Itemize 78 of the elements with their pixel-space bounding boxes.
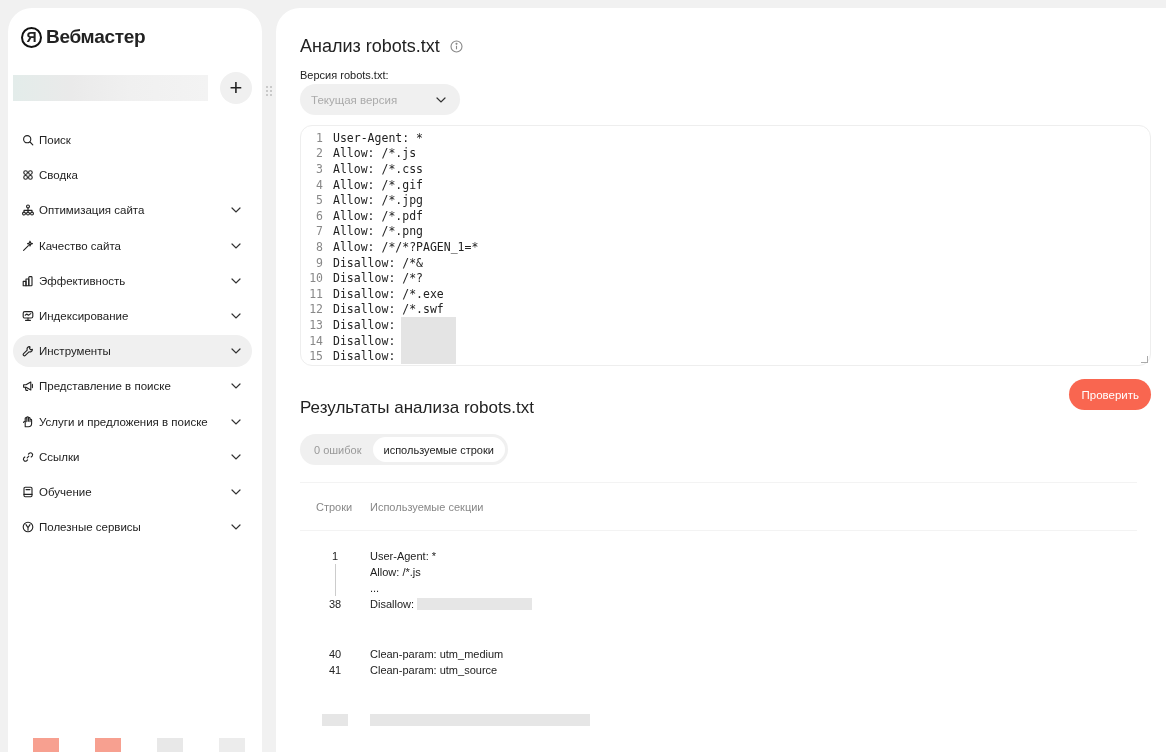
nav-item[interactable]: Эффективность (13, 264, 252, 297)
line-number: 3 (315, 162, 324, 176)
nav-item[interactable]: Качество сайта (13, 229, 252, 262)
table-cell: User-Agent: * (370, 550, 437, 562)
resize-handle-icon[interactable] (1141, 356, 1148, 363)
code-editor[interactable] (300, 125, 1151, 366)
line-number: 12 (308, 302, 324, 317)
search-icon (22, 134, 34, 146)
line-number: 1 (315, 130, 324, 145)
nav-item[interactable]: Сводка (13, 159, 252, 192)
code-line: Allow: /*.gif (333, 177, 423, 192)
nav-item[interactable]: Ссылки (13, 440, 252, 473)
line-number: 1 (331, 550, 339, 562)
line-number: 4 (315, 177, 324, 192)
grid-icon (22, 169, 34, 182)
table-cell: Clean-param: utm_medium (370, 648, 504, 660)
section-title: Результаты анализа robots.txt (300, 398, 535, 418)
hand-icon (22, 415, 34, 428)
nav-item[interactable]: Инструменты (13, 335, 252, 368)
line-number: 14 (308, 333, 324, 348)
tab[interactable]: используемые строки (372, 437, 505, 462)
circle-logo-icon (22, 521, 34, 534)
code-line: Disallow: /*.exe (333, 286, 444, 301)
page-title: Анализ robots.txt (300, 35, 440, 57)
line-number: 10 (308, 271, 324, 286)
table-cell: Allow: /*.js (370, 566, 421, 578)
code-line: Disallow: (333, 349, 396, 364)
column-header: Используемые секции (370, 500, 485, 513)
line-number: 40 (328, 648, 342, 660)
line-number: 15 (308, 349, 324, 364)
logo-mark: Я (21, 26, 42, 48)
code-line: Allow: /*.pdf (333, 208, 423, 223)
sparkle-wand-icon (22, 239, 34, 252)
bar-chart-icon (22, 274, 34, 287)
book-icon (22, 485, 34, 498)
nav-item[interactable]: Индексирование (13, 299, 252, 332)
drag-handle-icon[interactable] (266, 86, 272, 96)
code-line: Disallow: /*& (333, 255, 423, 270)
chevron-down-icon (436, 96, 446, 103)
nav-item[interactable]: Услуги и предложения в поиске (13, 405, 252, 438)
nav-item[interactable]: Обучение (13, 475, 252, 508)
code-line: Disallow: (333, 333, 396, 348)
code-line: Disallow: /*? (333, 271, 423, 286)
monitor-icon (22, 309, 34, 322)
link-icon (22, 450, 34, 463)
line-number: 9 (315, 255, 324, 270)
line-number: 6 (315, 208, 324, 223)
megaphone-icon (22, 380, 34, 393)
add-button[interactable]: + (220, 72, 252, 104)
line-number: 8 (315, 239, 324, 254)
line-number: 38 (328, 598, 342, 610)
info-icon[interactable] (449, 39, 463, 53)
line-number: 41 (328, 664, 342, 676)
line-number: 11 (308, 286, 324, 301)
field-label: Версия robots.txt: (300, 69, 390, 81)
line-number: 13 (308, 317, 324, 332)
line-number: 2 (315, 146, 324, 161)
code-line: Disallow: /*.swf (333, 302, 444, 317)
logo-text: Вебмастер (46, 26, 146, 48)
line-number: 7 (315, 224, 324, 239)
nav-item[interactable]: Представление в поиске (13, 370, 252, 403)
nav-item[interactable]: Полезные сервисы (13, 511, 252, 544)
table-cell: ... (370, 582, 380, 594)
code-line: Allow: /*/*?PAGEN_1=* (333, 239, 479, 254)
code-line: Allow: /*.js (333, 146, 417, 161)
code-line: Allow: /*.css (333, 162, 423, 176)
sitemap-icon (22, 204, 34, 217)
code-line: Disallow: (333, 317, 396, 332)
table-cell: Clean-param: utm_source (370, 664, 498, 676)
line-number: 5 (315, 193, 324, 208)
column-header: Строки (315, 500, 354, 513)
nav-item[interactable]: Оптимизация сайта (13, 194, 252, 227)
nav-item[interactable]: Поиск (13, 124, 252, 156)
code-line: Allow: /*.png (333, 224, 423, 239)
code-line: User-Agent: * (333, 130, 423, 145)
wrench-icon (22, 345, 34, 358)
table-cell: Disallow: (370, 598, 414, 610)
code-line: Allow: /*.jpg (333, 193, 423, 208)
